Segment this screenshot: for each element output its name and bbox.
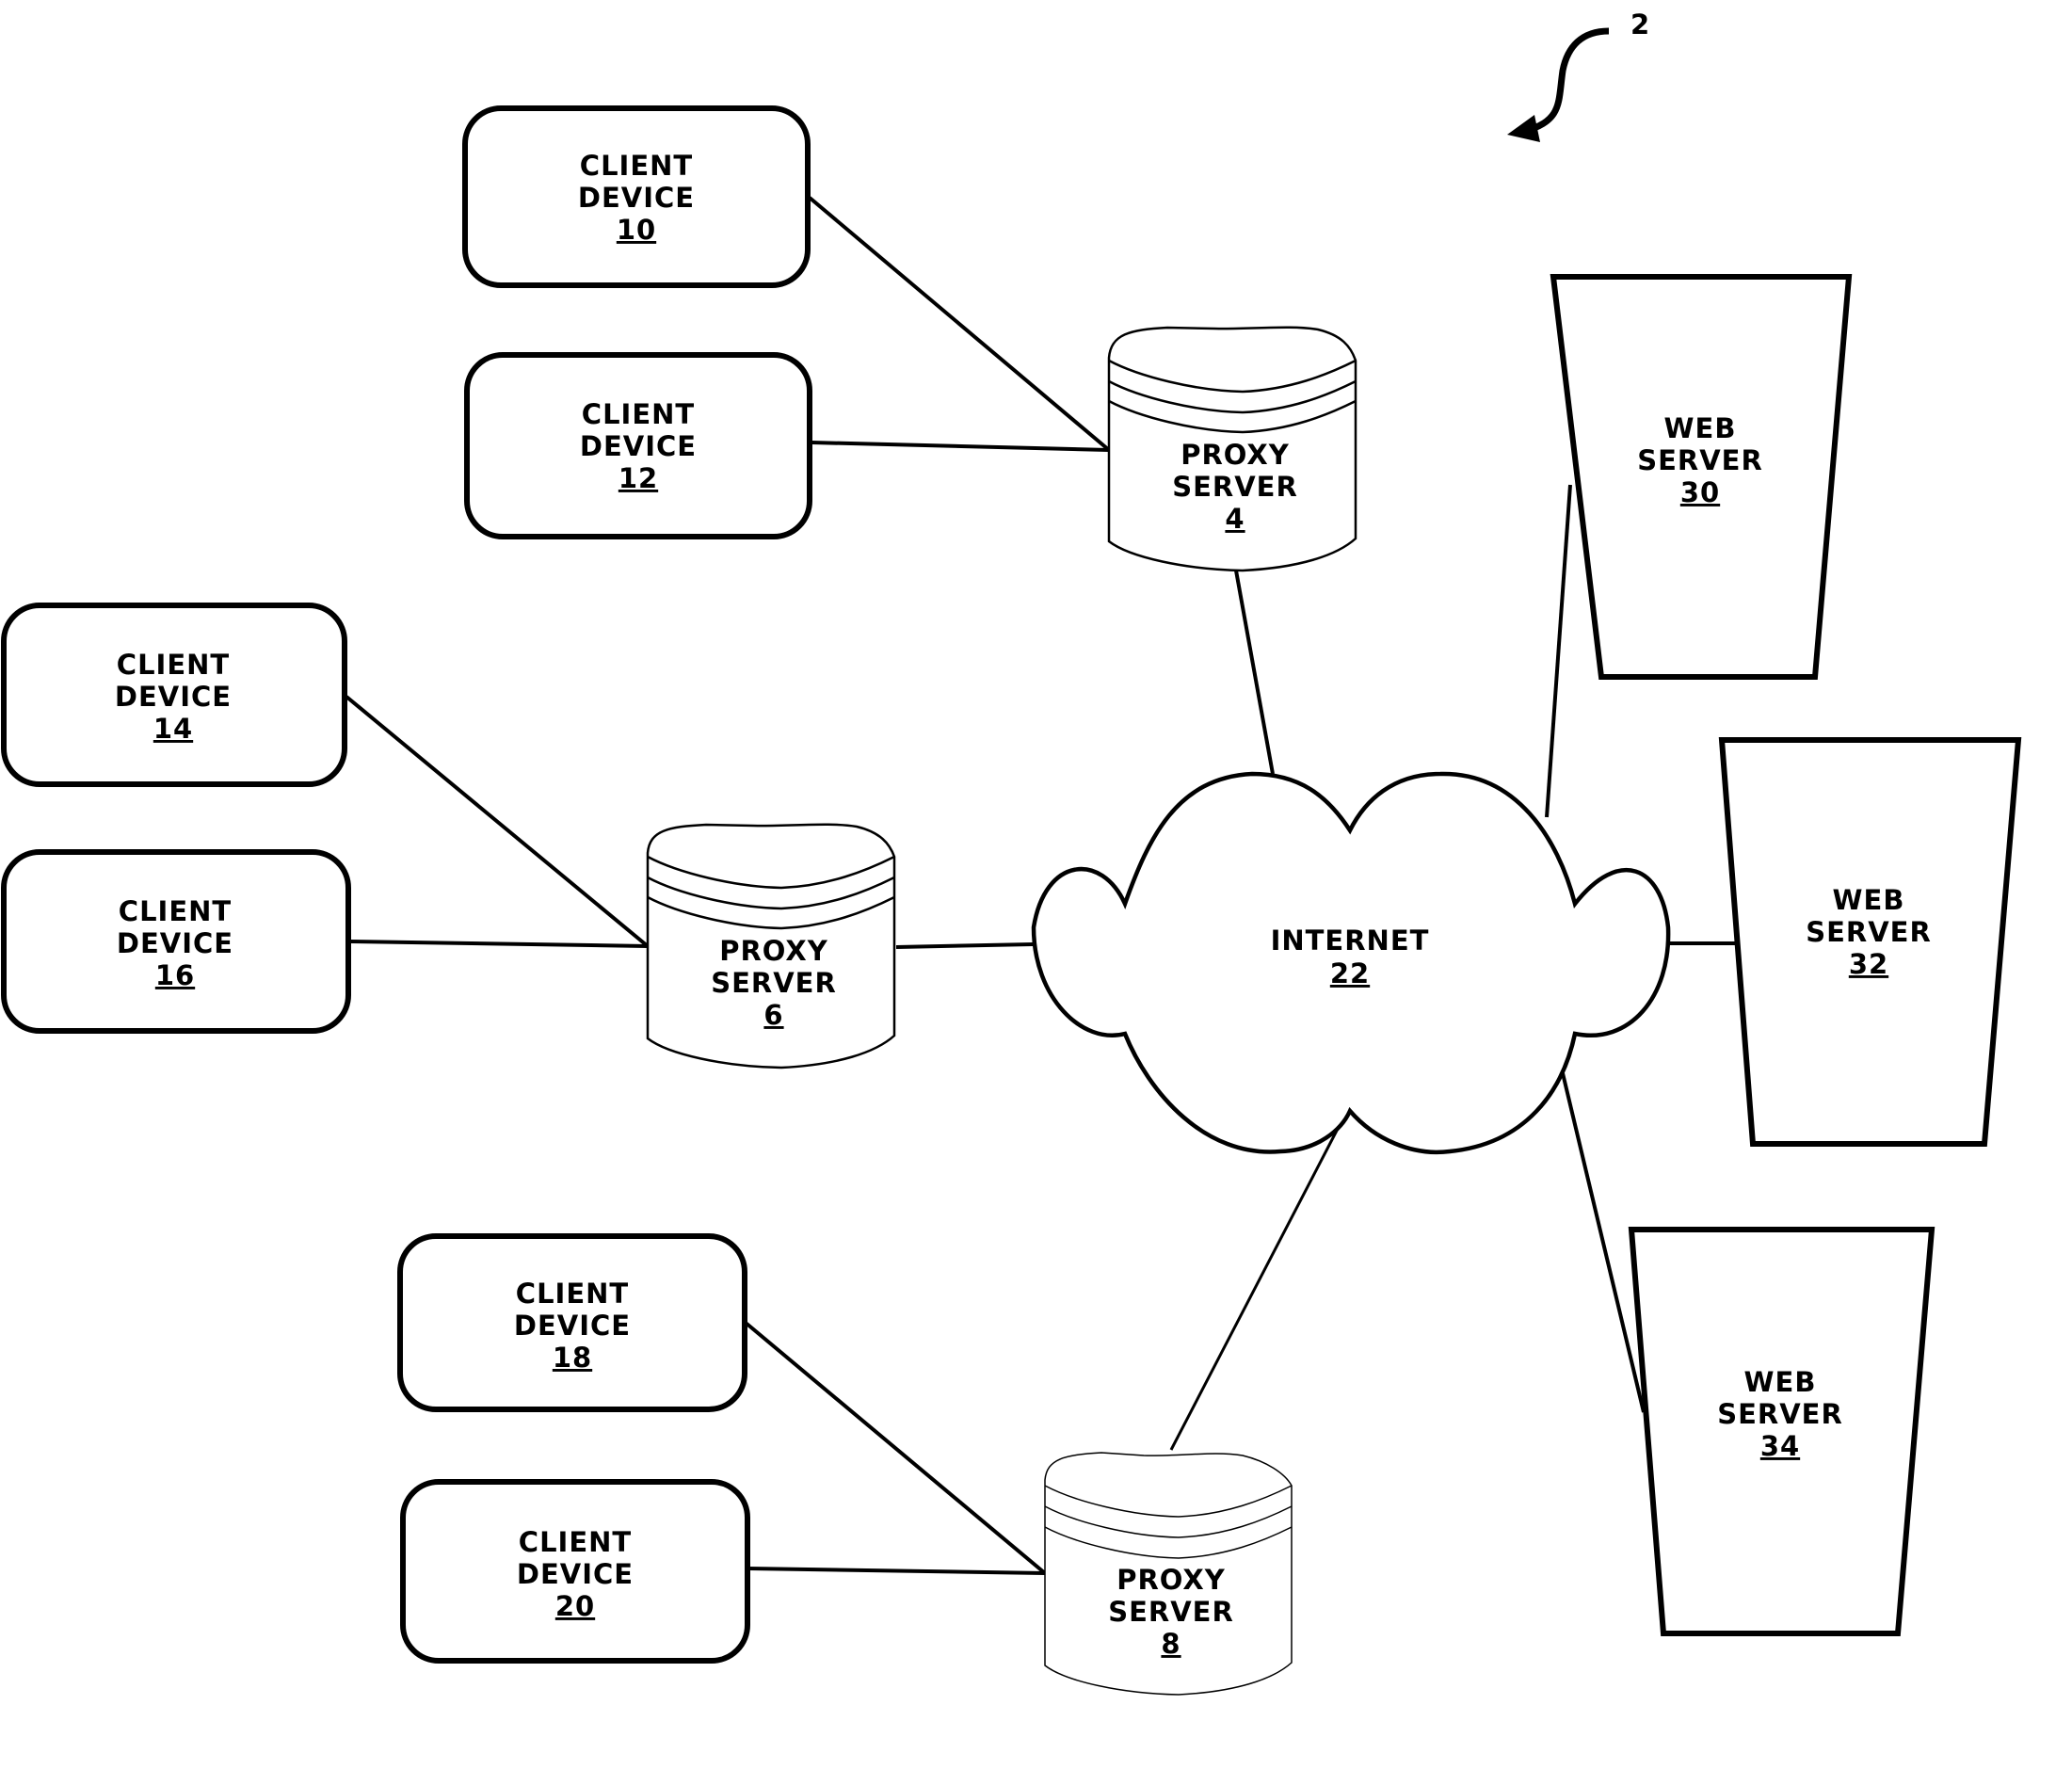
figure-reference: 2 — [1507, 8, 1649, 142]
client-device-16-line2: DEVICE — [117, 927, 233, 959]
web-server-34[interactable]: WEB SERVER 34 — [1628, 1227, 1935, 1636]
connection-internet-web30 — [1545, 484, 1572, 818]
proxy-server-4-ref: 4 — [1225, 503, 1245, 535]
proxy-server-8-line2: SERVER — [1108, 1596, 1234, 1628]
web-server-30-ref: 30 — [1680, 476, 1720, 508]
proxy-server-8[interactable]: PROXY SERVER 8 — [1044, 1452, 1293, 1696]
client-device-16-line1: CLIENT — [119, 895, 232, 927]
connection-client14-proxy6 — [345, 695, 650, 948]
connection-proxy6-internet — [895, 942, 1034, 949]
web-server-32-line1: WEB — [1833, 884, 1905, 916]
client-device-10-line1: CLIENT — [580, 150, 693, 182]
client-device-18-ref: 18 — [553, 1342, 592, 1374]
client-device-20-ref: 20 — [555, 1590, 595, 1622]
client-device-20-line2: DEVICE — [517, 1558, 634, 1590]
connection-proxy8-internet — [1169, 1101, 1354, 1451]
arrowhead-icon — [1507, 115, 1540, 142]
proxy-server-6-line1: PROXY — [719, 935, 828, 967]
client-device-12-line2: DEVICE — [580, 430, 697, 462]
connection-client18-proxy8 — [744, 1321, 1047, 1575]
client-device-10-ref: 10 — [617, 214, 656, 246]
client-device-12[interactable]: CLIENT DEVICE 12 — [464, 352, 812, 539]
reference-arrow-icon — [1522, 27, 1610, 136]
connection-client10-proxy4 — [808, 196, 1111, 452]
client-device-12-line1: CLIENT — [582, 398, 695, 430]
web-server-34-ref: 34 — [1760, 1430, 1800, 1462]
client-device-14-ref: 14 — [153, 713, 193, 745]
diagram-svg: 2 CLIENT DEVICE 10 CLIENT DEVICE 12 CLIE… — [1, 8, 2022, 1696]
web-server-32-ref: 32 — [1849, 948, 1888, 980]
web-server-34-line1: WEB — [1744, 1366, 1817, 1398]
client-device-20-line1: CLIENT — [519, 1526, 632, 1558]
web-server-34-line2: SERVER — [1717, 1398, 1843, 1430]
proxy-server-4-line1: PROXY — [1181, 439, 1290, 471]
client-device-14-line2: DEVICE — [115, 681, 232, 713]
proxy-server-4[interactable]: PROXY SERVER 4 — [1107, 326, 1357, 572]
proxy-server-8-line1: PROXY — [1116, 1564, 1226, 1596]
client-device-20[interactable]: CLIENT DEVICE 20 — [400, 1479, 750, 1664]
client-device-18-line1: CLIENT — [516, 1278, 629, 1310]
proxy-server-8-ref: 8 — [1161, 1628, 1181, 1660]
internet-cloud[interactable]: INTERNET 22 — [1031, 771, 1671, 1155]
figure-number: 2 — [1630, 8, 1649, 40]
client-device-10-line2: DEVICE — [578, 182, 695, 214]
client-device-18-line2: DEVICE — [514, 1310, 631, 1342]
network-diagram: 2 CLIENT DEVICE 10 CLIENT DEVICE 12 CLIE… — [0, 0, 2072, 1769]
connection-proxy4-internet — [1234, 570, 1275, 775]
web-server-30-line1: WEB — [1664, 412, 1737, 444]
client-device-18[interactable]: CLIENT DEVICE 18 — [397, 1233, 747, 1412]
web-server-30-line2: SERVER — [1637, 444, 1763, 476]
client-device-16-ref: 16 — [155, 959, 195, 991]
connection-client20-proxy8 — [747, 1567, 1046, 1575]
proxy-server-6[interactable]: PROXY SERVER 6 — [646, 823, 896, 1069]
connection-client16-proxy6 — [349, 940, 649, 948]
internet-label: INTERNET — [1271, 925, 1430, 957]
web-server-32[interactable]: WEB SERVER 32 — [1718, 737, 2022, 1147]
client-device-16[interactable]: CLIENT DEVICE 16 — [1, 849, 351, 1034]
internet-ref: 22 — [1330, 957, 1370, 989]
proxy-server-4-line2: SERVER — [1172, 471, 1298, 503]
connection-client12-proxy4 — [811, 441, 1110, 452]
client-device-12-ref: 12 — [618, 462, 658, 494]
proxy-server-6-line2: SERVER — [711, 967, 837, 999]
client-device-14[interactable]: CLIENT DEVICE 14 — [1, 603, 347, 787]
web-server-32-line2: SERVER — [1806, 916, 1932, 948]
web-server-30[interactable]: WEB SERVER 30 — [1550, 274, 1853, 680]
proxy-server-6-ref: 6 — [763, 999, 783, 1031]
client-device-10[interactable]: CLIENT DEVICE 10 — [462, 105, 811, 288]
client-device-14-line1: CLIENT — [117, 649, 230, 681]
